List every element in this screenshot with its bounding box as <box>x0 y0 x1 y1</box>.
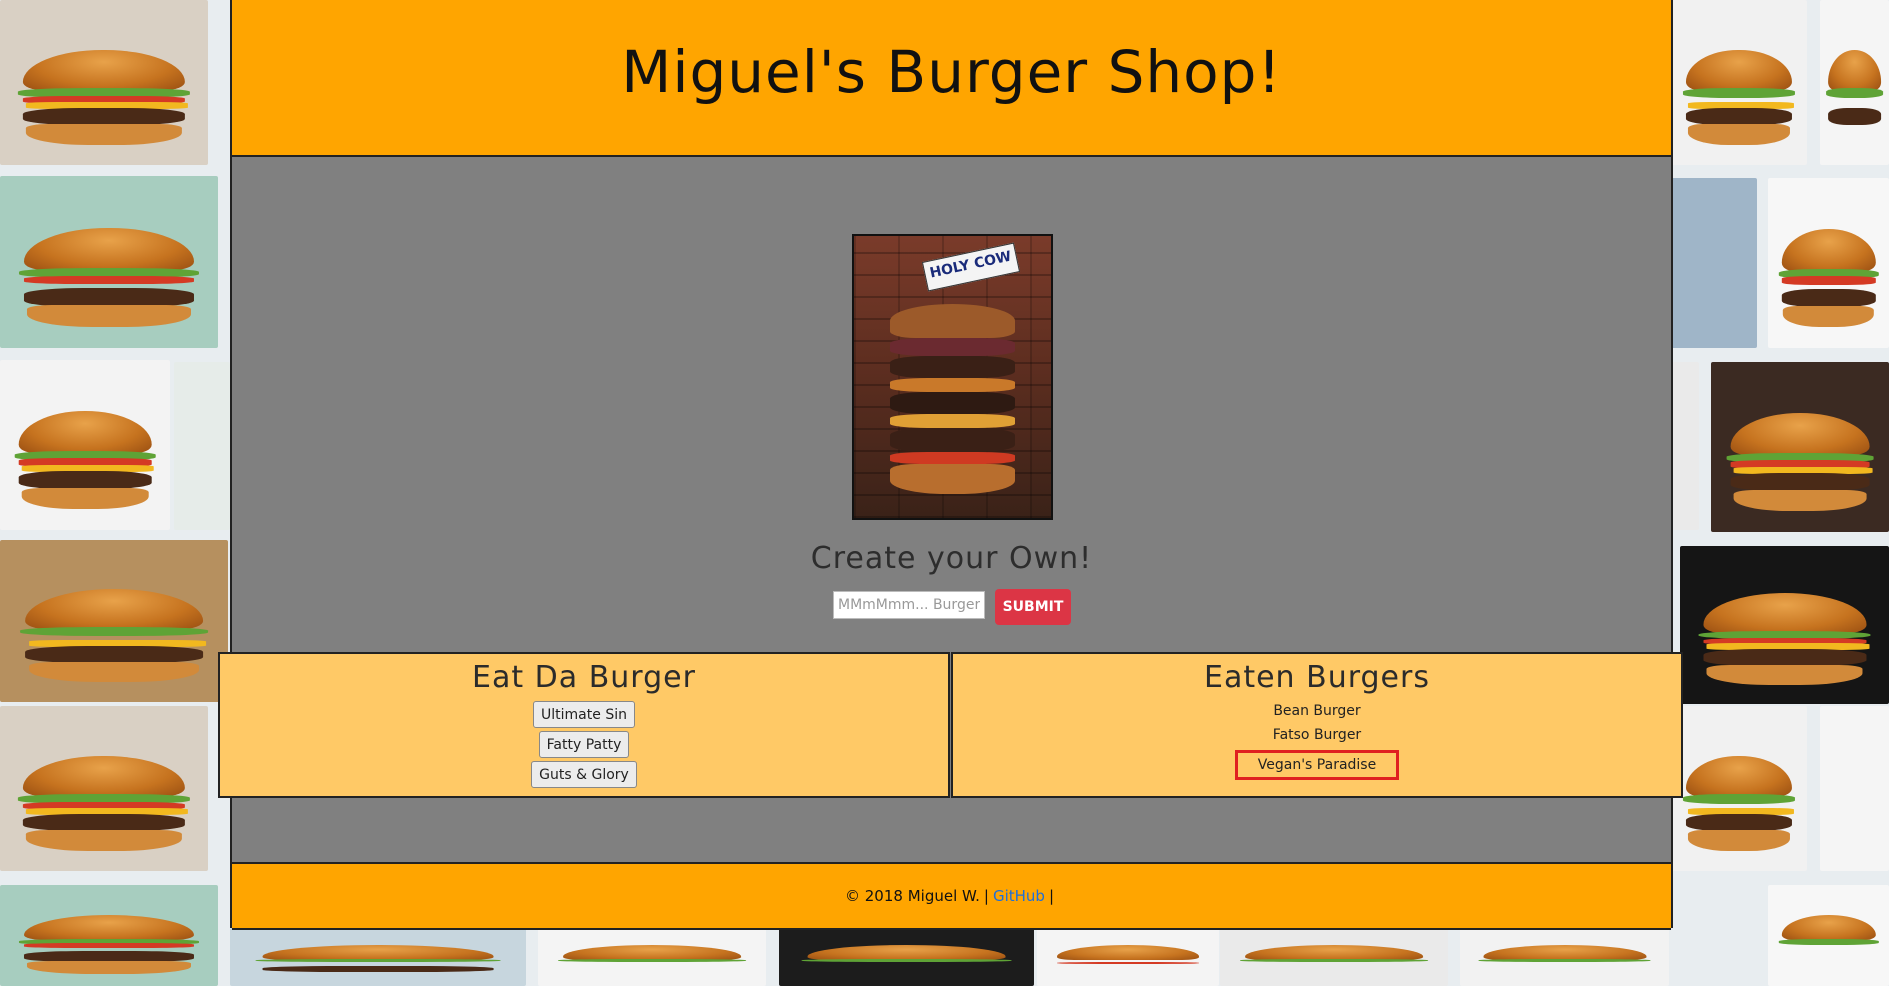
bg-burger-photo <box>174 362 230 530</box>
bg-burger-photo <box>1220 928 1448 986</box>
create-your-own-heading: Create your Own! <box>810 541 1093 576</box>
bg-burger-photo <box>779 928 1034 986</box>
eaten-burgers-heading: Eaten Burgers <box>1204 660 1430 695</box>
submit-button[interactable]: SUBMIT <box>995 589 1071 625</box>
bg-burger-photo <box>0 540 228 702</box>
burger-name-input[interactable] <box>833 591 985 619</box>
devour-burger-button[interactable]: Fatty Patty <box>538 731 630 758</box>
bg-burger-photo <box>1671 706 1807 871</box>
footer-separator: | <box>1048 887 1054 905</box>
bg-burger-photo <box>1820 0 1889 165</box>
eat-da-burger-panel: Eat Da Burger Ultimate Sin Fatty Patty G… <box>218 652 950 798</box>
devour-burger-button[interactable]: Ultimate Sin <box>533 701 635 728</box>
hero-burger-image: HOLY COW <box>852 234 1053 520</box>
bg-burger-photo <box>1711 362 1889 532</box>
page-footer: © 2018 Miguel W. | GitHub | <box>232 862 1671 930</box>
eaten-burger-item: Bean Burger <box>1273 703 1361 719</box>
bg-burger-photo <box>0 706 208 871</box>
bg-burger-photo <box>1680 546 1889 704</box>
eaten-burger-item: Fatso Burger <box>1272 727 1362 743</box>
footer-separator: | <box>983 887 989 905</box>
page-title: Miguel's Burger Shop! <box>621 37 1282 106</box>
bg-burger-photo <box>1768 178 1889 348</box>
bg-burger-photo <box>1671 362 1699 530</box>
bg-burger-photo <box>1671 0 1807 165</box>
bg-burger-photo <box>1820 706 1889 871</box>
devour-burger-button[interactable]: Guts & Glory <box>531 761 637 788</box>
bg-burger-photo <box>538 928 766 986</box>
bg-burger-photo <box>1768 885 1889 986</box>
devour-list: Ultimate Sin Fatty Patty Guts & Glory <box>220 701 948 788</box>
bg-burger-photo <box>0 176 218 348</box>
eaten-burgers-panel: Eaten Burgers Bean Burger Fatso Burger V… <box>951 652 1683 798</box>
stacked-burger <box>890 304 1015 500</box>
bg-burger-photo <box>0 885 218 986</box>
eaten-burger-item-highlighted: Vegan's Paradise <box>1234 750 1400 780</box>
eat-da-burger-heading: Eat Da Burger <box>472 660 696 695</box>
footer-copyright: © 2018 Miguel W. <box>845 887 980 905</box>
bg-burger-photo <box>230 928 526 986</box>
bg-burger-photo <box>1460 928 1669 986</box>
eaten-list: Bean Burger Fatso Burger Vegan's Paradis… <box>953 701 1681 780</box>
bg-burger-photo <box>1671 178 1757 348</box>
bg-burger-photo <box>0 360 170 530</box>
page-header: Miguel's Burger Shop! <box>232 0 1671 157</box>
bg-burger-photo <box>1037 928 1219 986</box>
github-link[interactable]: GitHub <box>993 887 1045 905</box>
bg-burger-photo <box>0 0 208 165</box>
